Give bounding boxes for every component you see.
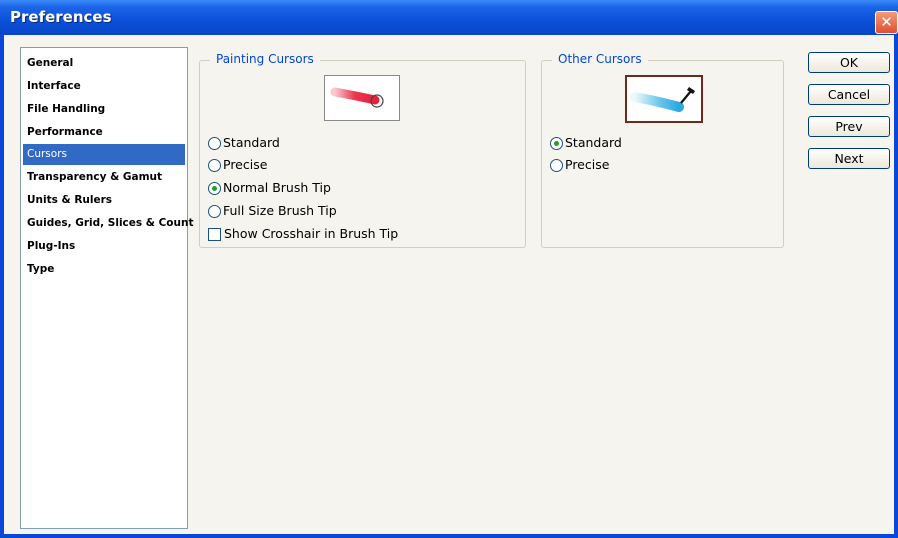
- category-item-cursors[interactable]: Cursors: [23, 144, 185, 165]
- title-bar[interactable]: Preferences ✕: [0, 0, 898, 35]
- category-item-file-handling[interactable]: File Handling: [23, 99, 185, 120]
- normal-brush-tip-radio[interactable]: [208, 181, 221, 195]
- other-standard-option[interactable]: Standard: [550, 134, 622, 152]
- prev-button[interactable]: Prev: [808, 116, 890, 137]
- cancel-button[interactable]: Cancel: [808, 84, 890, 105]
- category-item-performance[interactable]: Performance: [23, 122, 185, 143]
- category-item-guides-grid-slices[interactable]: Guides, Grid, Slices & Count: [23, 213, 194, 234]
- close-button[interactable]: ✕: [875, 11, 898, 34]
- other-cursors-title: Other Cursors: [552, 52, 648, 66]
- other-cursors-group: Other Cursors: [541, 52, 784, 248]
- other-precise-radio[interactable]: [550, 158, 563, 172]
- eyedropper-icon: [630, 87, 695, 112]
- other-standard-radio[interactable]: [550, 136, 563, 150]
- other-precise-label: Precise: [565, 157, 610, 172]
- crosshair-label: Show Crosshair in Brush Tip: [224, 226, 399, 241]
- painting-standard-label: Standard: [223, 135, 280, 150]
- painting-standard-option[interactable]: Standard: [208, 134, 280, 152]
- other-precise-option[interactable]: Precise: [550, 156, 609, 174]
- category-item-units-rulers[interactable]: Units & Rulers: [23, 190, 185, 211]
- painting-cursors-title: Painting Cursors: [210, 52, 320, 66]
- crosshair-checkbox[interactable]: [208, 227, 221, 241]
- next-button[interactable]: Next: [808, 148, 890, 169]
- category-item-interface[interactable]: Interface: [23, 76, 185, 97]
- category-list[interactable]: General Interface File Handling Performa…: [20, 47, 194, 529]
- other-standard-label: Standard: [565, 135, 622, 150]
- category-item-transparency-gamut[interactable]: Transparency & Gamut: [23, 167, 185, 188]
- full-size-brush-tip-option[interactable]: Full Size Brush Tip: [208, 202, 337, 220]
- crosshair-option[interactable]: Show Crosshair in Brush Tip: [208, 225, 398, 243]
- painting-precise-radio[interactable]: [208, 158, 221, 172]
- normal-brush-tip-label: Normal Brush Tip: [223, 180, 331, 195]
- close-icon: ✕: [880, 13, 893, 31]
- painting-precise-option[interactable]: Precise: [208, 156, 267, 174]
- full-size-brush-tip-radio[interactable]: [208, 204, 221, 218]
- category-item-plug-ins[interactable]: Plug-Ins: [23, 236, 185, 257]
- ok-button[interactable]: OK: [808, 52, 890, 73]
- painting-precise-label: Precise: [223, 157, 268, 172]
- painting-cursor-preview: [324, 75, 400, 121]
- painting-standard-radio[interactable]: [208, 136, 221, 150]
- window-title: Preferences: [10, 8, 112, 26]
- full-size-brush-tip-label: Full Size Brush Tip: [223, 203, 337, 218]
- brush-stroke-icon: [330, 87, 384, 108]
- other-cursor-preview: [625, 75, 703, 123]
- category-item-general[interactable]: General: [23, 53, 185, 74]
- normal-brush-tip-option[interactable]: Normal Brush Tip: [208, 179, 331, 197]
- category-item-type[interactable]: Type: [23, 259, 185, 280]
